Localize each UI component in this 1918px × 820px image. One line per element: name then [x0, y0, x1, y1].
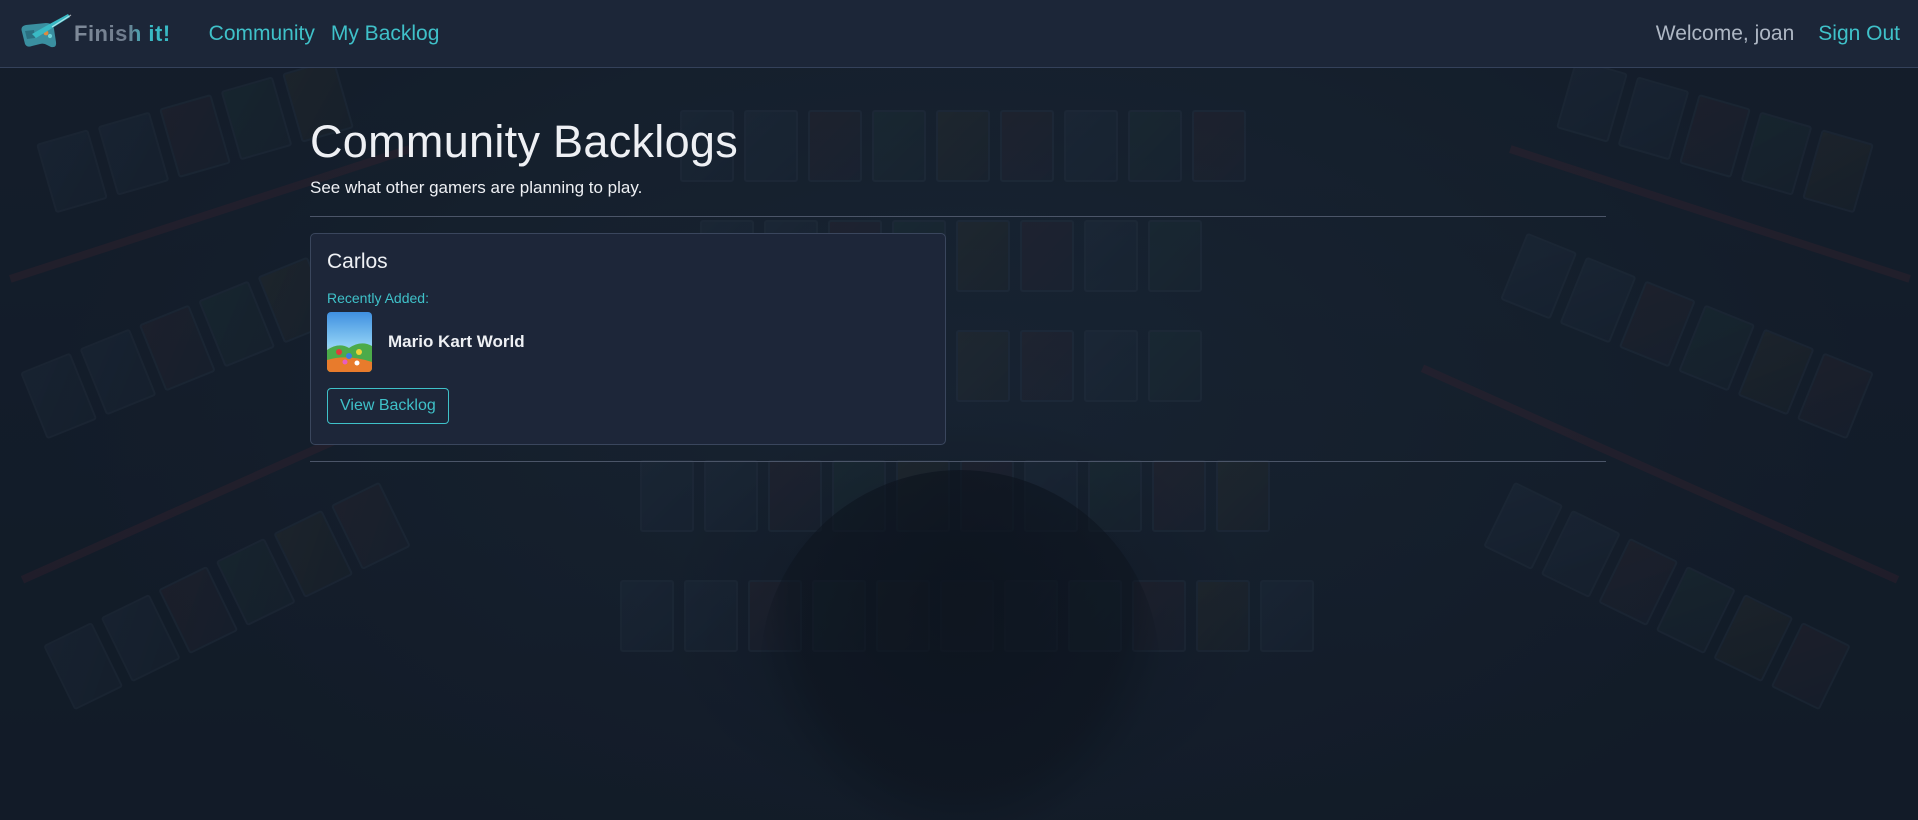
main-content: Community Backlogs See what other gamers… — [310, 68, 1606, 462]
navbar: Finish it! Community My Backlog Welcome,… — [0, 0, 1918, 68]
nav-right: Welcome, joan Sign Out — [1656, 22, 1902, 46]
view-backlog-button[interactable]: View Backlog — [327, 388, 449, 424]
nav-link-my-backlog[interactable]: My Backlog — [331, 22, 440, 46]
page-title: Community Backlogs — [310, 116, 739, 167]
nav-links: Community My Backlog — [209, 22, 440, 46]
nav-link-community[interactable]: Community — [209, 22, 315, 46]
divider — [310, 461, 1606, 462]
divider — [310, 216, 1606, 217]
page-subtitle: See what other gamers are planning to pl… — [310, 178, 643, 197]
gamepad-logo-icon — [21, 13, 72, 47]
recently-added-label: Recently Added: — [327, 290, 429, 306]
brand[interactable]: Finish it! — [16, 12, 171, 56]
game-item: Mario Kart World — [327, 312, 929, 372]
backlog-card: Carlos Recently Added: Mario Kart World … — [310, 233, 946, 445]
brand-name: Finish it! — [74, 20, 171, 46]
card-username: Carlos — [327, 250, 388, 273]
game-title: Mario Kart World — [388, 332, 525, 351]
game-cover-image — [327, 312, 372, 372]
sign-out-link[interactable]: Sign Out — [1818, 22, 1900, 46]
welcome-text: Welcome, joan — [1655, 21, 1795, 45]
